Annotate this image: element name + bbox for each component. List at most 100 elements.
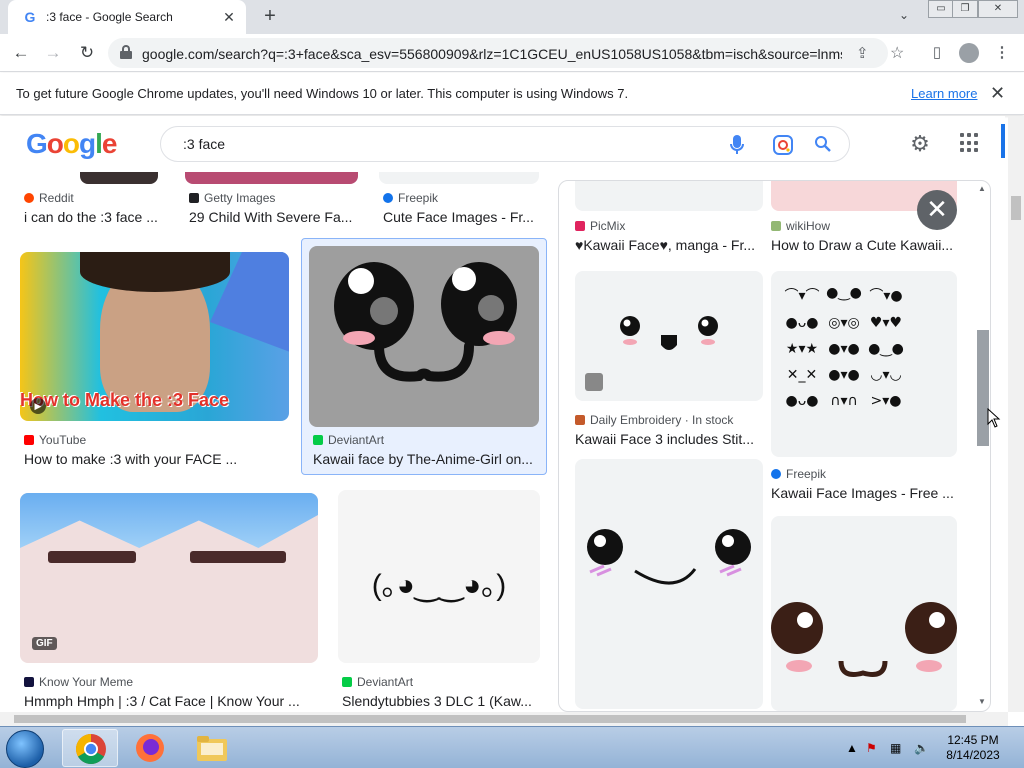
hair-shape (80, 252, 230, 292)
tray-action-center-icon[interactable]: ⚑ (866, 741, 877, 755)
result-title[interactable]: Slendytubbies 3 DLC 1 (Kaw... (342, 693, 538, 709)
related-images-panel: PicMix ♥Kawaii Face♥, manga - Fr... wiki… (558, 180, 991, 712)
google-logo[interactable]: Google (26, 128, 117, 160)
account-indicator (1001, 124, 1005, 158)
minimize-button[interactable]: ▭ (928, 0, 954, 18)
result-card-deviantart-selected[interactable]: DeviantArt Kawaii face by The-Anime-Girl… (301, 238, 547, 475)
panel-scrollbar[interactable]: ▲ ▼ (977, 184, 989, 706)
panel-item-freepik[interactable]: ⌒▾⌒ ●‿● ⌒▾● ●ᴗ● ◎▾◎ ♥▾♥ ★▾★ ●▾● ●‿● ✕_✕ ●▾● ◡▾◡ … (771, 271, 961, 501)
panel-item-embroidery[interactable]: Daily Embroidery · In stock Kawaii Face … (575, 271, 765, 451)
bookmark-star-icon[interactable]: ☆ (890, 43, 904, 63)
result-thumbnail[interactable]: ⌒▾⌒ ●‿● ⌒▾● ●ᴗ● ◎▾◎ ♥▾♥ ★▾★ ●▾● ●‿● ✕_✕ ●▾● ◡▾◡ … (771, 271, 957, 457)
window-close-button[interactable]: ✕ (978, 0, 1018, 18)
page-vertical-scrollbar[interactable] (1008, 116, 1024, 712)
profile-avatar-icon[interactable] (959, 43, 979, 63)
result-title[interactable]: Kawaii Face Images - Free ... (771, 485, 957, 501)
microphone-icon[interactable] (727, 135, 747, 155)
update-infobar: To get future Google Chrome updates, you… (0, 73, 1024, 115)
forward-arrow-icon[interactable]: → (40, 40, 66, 66)
panel-thumb-kawaii-large[interactable] (575, 459, 763, 709)
result-card-deviantart-2[interactable]: (｡◕‿‿◕｡) DeviantArt Slendytubbies 3 DLC … (338, 490, 542, 711)
result-card-getty[interactable]: Getty Images 29 Child With Severe Fa... (185, 172, 360, 232)
result-source: Reddit (24, 191, 74, 205)
lock-icon (120, 45, 132, 59)
close-panel-button[interactable]: ✕ (917, 190, 957, 230)
emoticon-text: (｡◕‿‿◕｡) (371, 569, 507, 602)
result-title[interactable]: Hmmph Hmph | :3 / Cat Face | Know Your .… (24, 693, 314, 709)
settings-gear-icon[interactable]: ⚙ (908, 132, 932, 156)
address-bar[interactable]: google.com/search?q=:3+face&sca_esv=5568… (108, 38, 904, 68)
blue-hair-shape (20, 493, 318, 548)
page-horizontal-scrollbar[interactable] (0, 712, 1008, 726)
result-card-youtube[interactable]: How to Make the :3 Face ▶ YouTube How to… (20, 252, 290, 472)
result-source: Freepik (383, 191, 438, 205)
new-tab-button[interactable]: + (258, 5, 282, 29)
result-source: YouTube (24, 433, 86, 447)
result-thumbnail[interactable] (575, 271, 763, 401)
result-title[interactable]: How to Draw a Cute Kawaii... (771, 237, 957, 253)
lens-camera-icon[interactable] (773, 135, 793, 155)
google-apps-icon[interactable] (960, 133, 980, 153)
search-input[interactable]: :3 face (160, 126, 850, 162)
video-overlay-text: How to Make the :3 Face (20, 390, 230, 410)
result-title[interactable]: How to make :3 with your FACE ... (24, 451, 284, 467)
result-thumbnail[interactable] (185, 172, 358, 184)
result-thumbnail[interactable] (80, 172, 158, 184)
result-card-knowyourmeme[interactable]: GIF Know Your Meme Hmmph Hmph | :3 / Cat… (20, 493, 320, 711)
result-card-reddit[interactable]: Reddit i can do the :3 face ... (20, 172, 160, 232)
infobar-message: To get future Google Chrome updates, you… (16, 86, 629, 101)
search-query-text: :3 face (183, 136, 226, 152)
taskbar-explorer-button[interactable] (184, 729, 240, 767)
result-source: DeviantArt (342, 675, 413, 689)
tab-search-chevron-icon[interactable]: ⌄ (894, 8, 914, 28)
chrome-menu-icon[interactable]: ⋮ (992, 43, 1012, 63)
result-thumbnail[interactable]: (｡◕‿‿◕｡) (338, 490, 540, 663)
start-button[interactable] (6, 730, 44, 768)
result-title[interactable]: ♥Kawaii Face♥, manga - Fr... (575, 237, 761, 253)
browser-tab[interactable]: G :3 face - Google Search ✕ (8, 0, 246, 34)
horizontal-scrollbar-thumb[interactable] (14, 715, 966, 723)
google-favicon-icon: G (24, 9, 36, 25)
result-title[interactable]: Cute Face Images - Fr... (383, 209, 543, 225)
result-title[interactable]: 29 Child With Severe Fa... (189, 209, 361, 225)
result-card-freepik[interactable]: Freepik Cute Face Images - Fr... (379, 172, 544, 232)
panel-scrollbar-thumb[interactable] (977, 330, 989, 446)
reload-icon[interactable]: ↻ (74, 40, 100, 66)
back-arrow-icon[interactable]: ← (8, 40, 34, 66)
mouse-cursor-icon (987, 408, 1001, 428)
infobar-close-icon[interactable]: ✕ (990, 83, 1005, 104)
result-title[interactable]: i can do the :3 face ... (24, 209, 164, 225)
result-thumbnail[interactable] (379, 172, 539, 184)
panel-thumb-partial[interactable] (575, 181, 763, 211)
closed-eye-right (190, 551, 286, 563)
maximize-button[interactable]: ❐ (952, 0, 978, 18)
result-title[interactable]: Kawaii Face 3 includes Stit... (575, 431, 761, 447)
kawaii-face-image (585, 316, 718, 391)
result-thumbnail[interactable]: GIF (20, 493, 318, 663)
tab-close-icon[interactable]: ✕ (220, 8, 238, 26)
search-icon[interactable] (813, 135, 833, 155)
closed-eye-left (48, 551, 136, 563)
share-icon[interactable]: ⇪ (856, 44, 869, 62)
side-panel-icon[interactable]: ▯ (927, 43, 947, 63)
panel-item-picmix[interactable]: PicMix ♥Kawaii Face♥, manga - Fr... (575, 219, 765, 259)
panel-thumb-kawaii-brown[interactable] (771, 516, 957, 711)
tray-show-hidden-icon[interactable]: ▲ (846, 741, 858, 755)
windows-taskbar: ▲ ⚑ ▦ 🔈 12:45 PM 8/14/2023 (0, 726, 1024, 768)
kawaii-face-image (334, 262, 517, 382)
page-scrollbar-thumb[interactable] (1011, 196, 1021, 220)
result-thumbnail[interactable] (309, 246, 539, 427)
taskbar-clock[interactable]: 12:45 PM 8/14/2023 (938, 733, 1008, 763)
taskbar-chrome-button[interactable] (62, 729, 118, 767)
kawaii-emoticon-grid: ⌒▾⌒ ●‿● ⌒▾● ●ᴗ● ◎▾◎ ♥▾♥ ★▾★ ●▾● ●‿● ✕_✕ ●▾● ◡▾◡ … (784, 285, 904, 409)
taskbar-firefox-button[interactable] (122, 729, 178, 767)
result-title[interactable]: Kawaii face by The-Anime-Girl on... (313, 451, 539, 467)
result-source: Daily Embroidery · In stock (575, 413, 733, 427)
result-source: Freepik (771, 467, 826, 481)
google-header: Google :3 face ⚙ (0, 116, 1005, 172)
result-thumbnail[interactable]: How to Make the :3 Face ▶ (20, 252, 289, 421)
firefox-icon (136, 734, 164, 762)
learn-more-link[interactable]: Learn more (911, 86, 977, 101)
tray-network-icon[interactable]: ▦ (890, 741, 901, 755)
tray-volume-icon[interactable]: 🔈 (914, 741, 929, 755)
